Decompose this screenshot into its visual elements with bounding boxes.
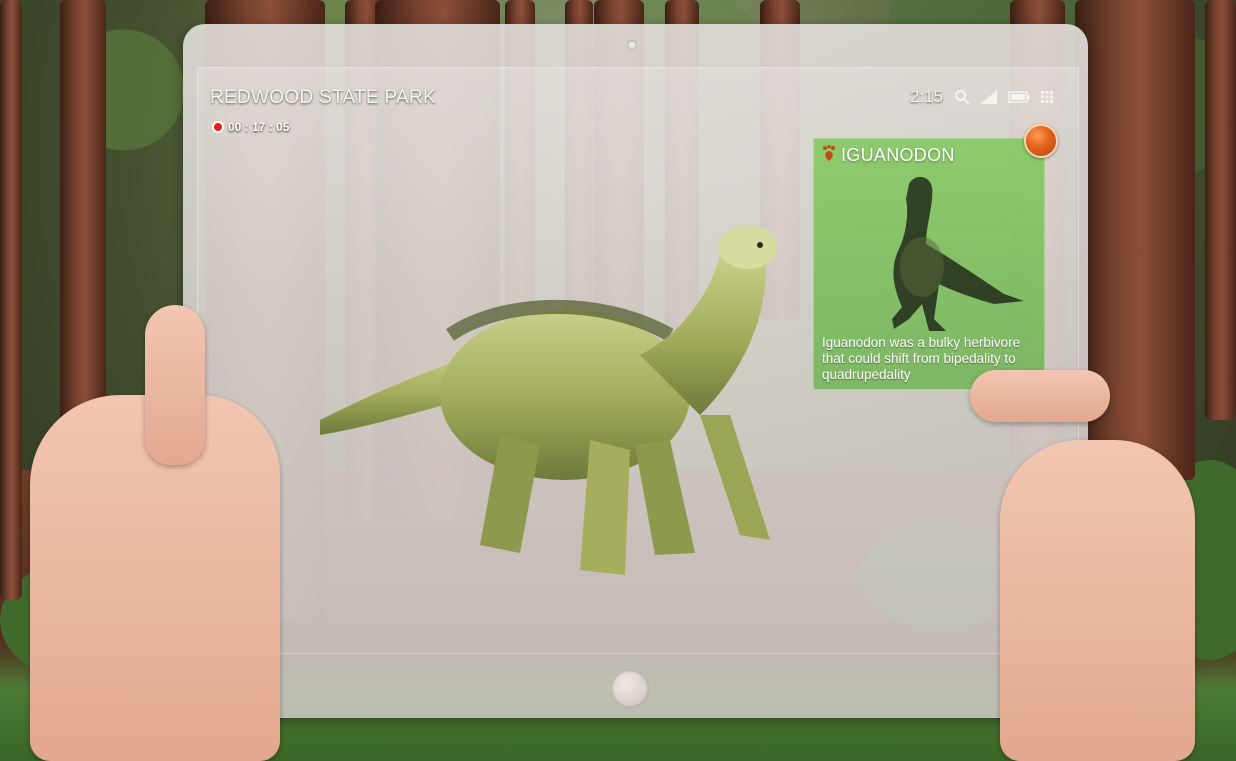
record-dot-icon — [212, 121, 224, 133]
home-button[interactable] — [611, 670, 649, 708]
species-info-card[interactable]: IGUANODON Iguanodon was a bulky herbivor… — [813, 138, 1045, 390]
clock: 2:15 — [909, 87, 943, 106]
iguanodon-ar-model[interactable] — [300, 215, 800, 595]
dinosaur-footprint-icon — [822, 145, 836, 166]
recording-time: 00 : 17 : 05 — [228, 120, 290, 134]
grid-menu-icon[interactable] — [1041, 91, 1053, 103]
card-action-button[interactable] — [1024, 124, 1058, 158]
status-bar: REDWOOD STATE PARK 2:15 — [197, 78, 1077, 122]
card-header: IGUANODON — [822, 145, 955, 166]
tree-trunk — [0, 0, 22, 600]
right-thumb — [970, 370, 1110, 422]
recording-indicator[interactable]: 00 : 17 : 05 — [212, 120, 289, 134]
search-icon[interactable] — [954, 89, 970, 105]
status-indicators: 2:15 — [910, 87, 1053, 107]
park-title: REDWOOD STATE PARK — [210, 87, 437, 108]
left-thumb — [145, 305, 205, 465]
battery-icon — [1008, 91, 1030, 103]
tree-trunk — [1205, 0, 1236, 420]
species-name: IGUANODON — [841, 145, 955, 165]
iguanodon-silhouette — [892, 176, 1024, 331]
signal-icon — [981, 90, 997, 104]
right-hand — [1000, 440, 1195, 761]
front-camera — [627, 40, 637, 50]
